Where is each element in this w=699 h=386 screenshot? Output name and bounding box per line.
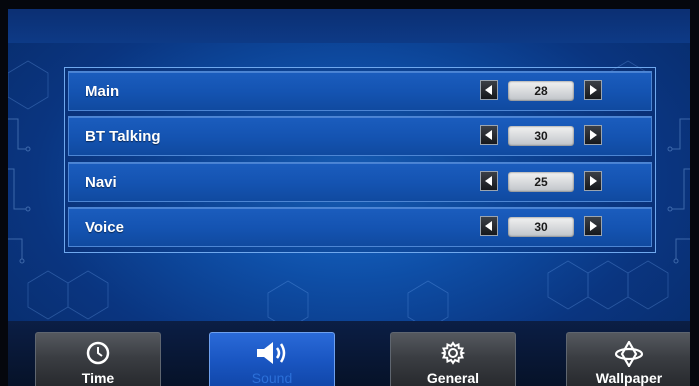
arrow-left-icon xyxy=(485,85,492,95)
volume-row-voice: Voice 30 xyxy=(68,207,652,247)
volume-row-main: Main 28 xyxy=(68,71,652,111)
top-bar xyxy=(8,9,690,43)
increase-button[interactable] xyxy=(584,216,602,236)
volume-row-bt-talking: BT Talking 30 xyxy=(68,116,652,156)
tab-sound[interactable]: Sound xyxy=(209,332,335,386)
arrow-right-icon xyxy=(590,130,597,140)
volume-value: 25 xyxy=(508,172,574,192)
decrease-button[interactable] xyxy=(480,171,498,191)
bottom-tab-bar: Time Sound General Wallpaper xyxy=(8,321,690,386)
tab-wallpaper[interactable]: Wallpaper xyxy=(566,332,690,386)
arrow-right-icon xyxy=(590,221,597,231)
increase-button[interactable] xyxy=(584,171,602,191)
volume-row-navi: Navi 25 xyxy=(68,162,652,202)
volume-stepper: 30 xyxy=(480,125,606,147)
arrow-right-icon xyxy=(590,176,597,186)
volume-value: 28 xyxy=(508,81,574,101)
row-label: Navi xyxy=(85,174,117,191)
volume-stepper: 25 xyxy=(480,171,606,193)
arrow-right-icon xyxy=(590,85,597,95)
sound-settings-screen: Main 28 BT Talking 30 Navi 25 Voice 30 T… xyxy=(8,9,690,386)
tab-general[interactable]: General xyxy=(390,332,516,386)
tab-time[interactable]: Time xyxy=(35,332,161,386)
increase-button[interactable] xyxy=(584,125,602,145)
volume-stepper: 28 xyxy=(480,80,606,102)
decrease-button[interactable] xyxy=(480,80,498,100)
tab-label: General xyxy=(426,370,480,386)
gear-icon xyxy=(441,341,465,365)
volume-value: 30 xyxy=(508,217,574,237)
volume-settings-panel: Main 28 BT Talking 30 Navi 25 Voice 30 xyxy=(64,67,656,253)
circuit-decoration-left xyxy=(8,118,31,264)
clock-icon xyxy=(86,341,110,365)
speaker-icon xyxy=(257,342,286,364)
decrease-button[interactable] xyxy=(480,216,498,236)
decrease-button[interactable] xyxy=(480,125,498,145)
volume-value: 30 xyxy=(508,126,574,146)
tab-label: Sound xyxy=(251,370,293,386)
volume-stepper: 30 xyxy=(480,216,606,238)
diamond-icon xyxy=(614,341,644,367)
increase-button[interactable] xyxy=(584,80,602,100)
arrow-left-icon xyxy=(485,221,492,231)
row-label: Voice xyxy=(85,219,124,236)
row-label: Main xyxy=(85,83,120,100)
tab-label: Time xyxy=(81,370,115,386)
circuit-decoration-right xyxy=(667,118,690,264)
arrow-left-icon xyxy=(485,130,492,140)
tab-label: Wallpaper xyxy=(595,370,663,386)
arrow-left-icon xyxy=(485,176,492,186)
row-label: BT Talking xyxy=(85,128,161,145)
